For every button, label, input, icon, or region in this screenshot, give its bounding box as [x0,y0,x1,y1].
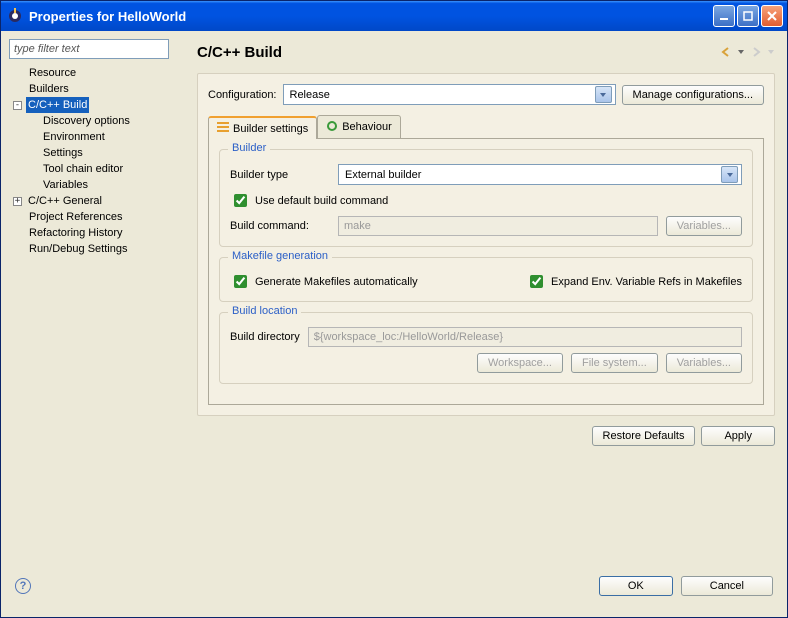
tree-item-refactoring-history[interactable]: Refactoring History [9,225,177,241]
expand-env-checkbox[interactable]: Expand Env. Variable Refs in Makefiles [526,272,742,291]
makefile-group: Makefile generation Generate Makefiles a… [219,257,753,302]
builder-type-combo[interactable]: External builder [338,164,742,185]
titlebar: Properties for HelloWorld [1,1,787,31]
cancel-button[interactable]: Cancel [681,576,773,596]
apply-button[interactable]: Apply [701,426,775,446]
build-location-group: Build location Build directory Workspace… [219,312,753,384]
builder-group: Builder Builder type External builder Us… [219,149,753,247]
app-icon [7,8,23,24]
tree-item-settings[interactable]: Settings [23,145,177,161]
configuration-label: Configuration: [208,89,277,101]
tree-item-cpp-build[interactable]: -C/C++ Build [9,97,177,113]
tab-builder-settings[interactable]: Builder settings [208,116,317,139]
tree-item-discovery[interactable]: Discovery options [23,113,177,129]
dropdown-icon[interactable] [737,48,745,56]
build-directory-label: Build directory [230,331,300,343]
tree-item-run-debug[interactable]: Run/Debug Settings [9,241,177,257]
build-command-field [338,216,658,236]
nav-back-icon[interactable] [719,45,733,59]
manage-configurations-button[interactable]: Manage configurations... [622,85,764,105]
sidebar: Resource Builders -C/C++ Build Discovery… [1,31,185,566]
refresh-icon [326,120,338,135]
tree-item-environment[interactable]: Environment [23,129,177,145]
maximize-button[interactable] [737,5,759,27]
location-variables-button: Variables... [666,353,742,373]
nav-tree: Resource Builders -C/C++ Build Discovery… [9,65,177,257]
window-title: Properties for HelloWorld [29,9,713,24]
collapse-icon[interactable]: - [13,101,22,110]
tree-item-builders[interactable]: Builders [9,81,177,97]
builder-type-label: Builder type [230,169,330,181]
minimize-button[interactable] [713,5,735,27]
build-directory-field [308,327,742,347]
close-button[interactable] [761,5,783,27]
tab-behaviour[interactable]: Behaviour [317,115,401,138]
chevron-down-icon [721,166,738,183]
use-default-build-checkbox[interactable]: Use default build command [230,191,388,210]
generate-makefiles-checkbox[interactable]: Generate Makefiles automatically [230,272,418,291]
build-command-label: Build command: [230,220,330,232]
nav-forward-icon [749,45,763,59]
tree-item-cpp-general[interactable]: +C/C++ General [9,193,177,209]
tree-item-resource[interactable]: Resource [9,65,177,81]
list-icon [217,121,229,136]
filter-input[interactable] [9,39,169,59]
help-icon[interactable]: ? [15,578,31,594]
tree-item-toolchain[interactable]: Tool chain editor [23,161,177,177]
filesystem-button: File system... [571,353,658,373]
workspace-button: Workspace... [477,353,563,373]
expand-icon[interactable]: + [13,197,22,206]
tree-item-variables[interactable]: Variables [23,177,177,193]
restore-defaults-button[interactable]: Restore Defaults [592,426,696,446]
chevron-down-icon [595,86,612,103]
dropdown-icon [767,48,775,56]
configuration-combo[interactable]: Release [283,84,616,105]
ok-button[interactable]: OK [599,576,673,596]
page-title: C/C++ Build [197,44,719,61]
tree-item-project-references[interactable]: Project References [9,209,177,225]
build-variables-button: Variables... [666,216,742,236]
